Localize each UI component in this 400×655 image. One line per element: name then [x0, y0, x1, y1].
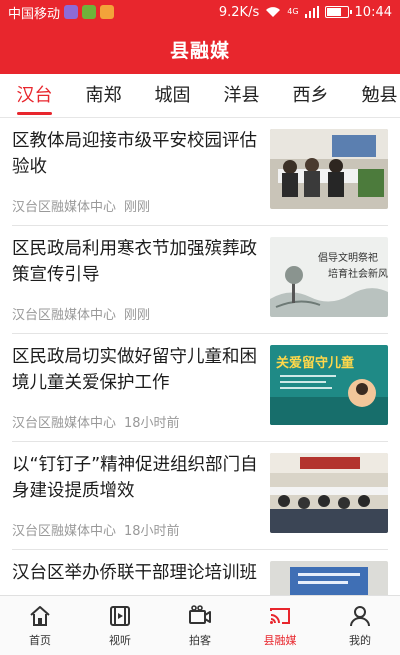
- nav-reporter-label: 拍客: [189, 634, 211, 647]
- tab-chenggu[interactable]: 城固: [138, 74, 207, 117]
- nav-video-label: 视听: [109, 634, 131, 647]
- tab-nanzheng[interactable]: 南郑: [69, 74, 138, 117]
- news-meta: 汉台区融媒体中心 18小时前: [12, 412, 180, 431]
- nav-reporter[interactable]: 拍客: [160, 596, 240, 655]
- news-title: 以“钉钉子”精神促进组织部门自身建设提质增效: [12, 455, 258, 501]
- page-title: 县融媒: [169, 39, 230, 62]
- tab-yangxian[interactable]: 洋县: [207, 74, 276, 117]
- film-icon: [110, 606, 130, 626]
- news-source: 汉台区融媒体中心: [12, 524, 117, 539]
- news-thumbnail[interactable]: 关爱留守儿童: [270, 345, 388, 425]
- network-type: 4G: [287, 7, 299, 16]
- nav-home[interactable]: 首页: [0, 596, 80, 655]
- nav-profile-label: 我的: [349, 634, 371, 647]
- notification-icon: [64, 5, 79, 19]
- news-time: 刚刚: [124, 200, 151, 215]
- person-icon: [350, 606, 370, 627]
- news-thumbnail[interactable]: 倡导文明祭祀 培育社会新风: [270, 237, 388, 317]
- tab-mianxian[interactable]: 勉县: [345, 74, 400, 117]
- news-time: 18小时前: [124, 524, 180, 539]
- news-item[interactable]: 汉台区举办侨联干部理论培训班: [12, 550, 388, 595]
- wifi-icon: [266, 7, 281, 17]
- home-icon: [30, 606, 50, 626]
- clock: 10:44: [354, 4, 392, 20]
- news-meta: 汉台区融媒体中心 18小时前: [12, 520, 180, 539]
- news-item[interactable]: 区教体局迎接市级平安校园评估验收 汉台区融媒体中心 刚刚: [12, 118, 388, 226]
- news-meta: 汉台区融媒体中心 刚刚: [12, 196, 150, 215]
- wechat-icon: [82, 5, 97, 19]
- region-tabs: 汉台 南郑 城固 洋县 西乡 勉县: [0, 74, 400, 118]
- news-title: 汉台区举办侨联干部理论培训班: [12, 563, 257, 583]
- news-title: 区民政局切实做好留守儿童和困境儿童关爱保护工作: [12, 347, 257, 393]
- app-notification-icon: [100, 5, 115, 19]
- poster-line-2: 培育社会新风: [328, 267, 388, 280]
- status-bar: 中国移动 9.2K/s 4G 10:44: [0, 0, 400, 24]
- tab-xixiang[interactable]: 西乡: [276, 74, 345, 117]
- poster-headline: 关爱留守儿童: [276, 355, 354, 371]
- news-source: 汉台区融媒体中心: [12, 416, 117, 431]
- news-thumbnail[interactable]: [270, 453, 388, 533]
- cast-icon: [270, 608, 290, 624]
- camera-icon: [189, 605, 211, 624]
- news-source: 汉台区融媒体中心: [12, 200, 117, 215]
- news-thumbnail[interactable]: [270, 561, 388, 595]
- nav-profile[interactable]: 我的: [320, 596, 400, 655]
- news-meta: 汉台区融媒体中心 刚刚: [12, 304, 150, 323]
- nav-county-media-label: 县融媒: [263, 634, 297, 647]
- news-item[interactable]: 区民政局利用寒衣节加强殡葬政策宣传引导 汉台区融媒体中心 刚刚 倡导文明祭祀 培…: [12, 226, 388, 334]
- news-list: 区教体局迎接市级平安校园评估验收 汉台区融媒体中心 刚刚 区民政局利用寒衣节加强…: [0, 118, 400, 595]
- network-speed: 9.2K/s: [218, 4, 260, 20]
- news-source: 汉台区融媒体中心: [12, 308, 117, 323]
- poster-ink-painting-icon: 倡导文明祭祀 培育社会新风: [270, 237, 388, 317]
- nav-home-label: 首页: [29, 634, 51, 647]
- tab-hantai[interactable]: 汉台: [0, 74, 69, 117]
- news-time: 18小时前: [124, 416, 180, 431]
- news-time: 刚刚: [124, 308, 151, 323]
- battery-icon: [324, 6, 352, 18]
- news-item[interactable]: 以“钉钉子”精神促进组织部门自身建设提质增效 汉台区融媒体中心 18小时前: [12, 442, 388, 550]
- poster-care-icon: 关爱留守儿童: [270, 345, 388, 425]
- poster-line-1: 倡导文明祭祀: [318, 251, 378, 264]
- nav-county-media[interactable]: 县融媒: [240, 596, 320, 655]
- news-title: 区民政局利用寒衣节加强殡葬政策宣传引导: [12, 239, 257, 285]
- meeting-hall-photo-icon: [270, 453, 388, 533]
- news-item[interactable]: 区民政局切实做好留守儿童和困境儿童关爱保护工作 汉台区融媒体中心 18小时前 关…: [12, 334, 388, 442]
- signal-icon: [304, 6, 319, 18]
- news-thumbnail[interactable]: [270, 129, 388, 209]
- nav-video[interactable]: 视听: [80, 596, 160, 655]
- bottom-nav: 首页 视听 拍客 县融媒 我的: [0, 595, 400, 655]
- meeting-photo-icon: [270, 129, 388, 209]
- training-photo-icon: [270, 561, 388, 595]
- carrier-label: 中国移动: [8, 6, 61, 22]
- news-title: 区教体局迎接市级平安校园评估验收: [12, 131, 257, 177]
- app-header: 县融媒: [0, 24, 400, 74]
